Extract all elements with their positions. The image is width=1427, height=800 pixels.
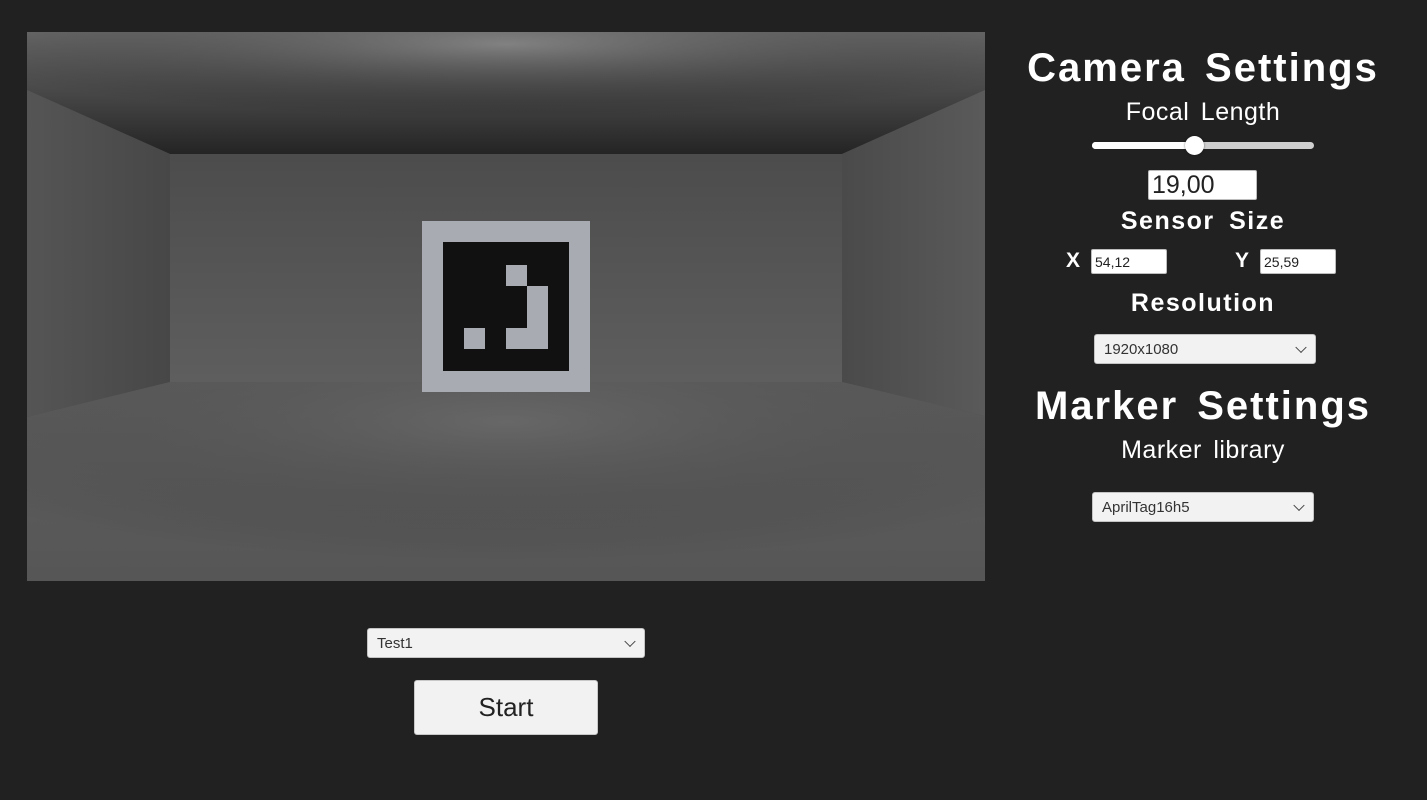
resolution-dropdown-value: 1920x1080 [1104,340,1179,358]
focal-length-slider[interactable] [1092,135,1314,157]
marker-library-dropdown[interactable]: AprilTag16h5 [1092,492,1314,522]
resolution-dropdown[interactable]: 1920x1080 [1094,334,1316,364]
room-scene [27,32,985,581]
focal-length-input[interactable] [1148,170,1257,200]
sensor-size-title: Sensor Size [1120,207,1286,235]
marker-cell [506,265,527,286]
slider-fill [1092,142,1195,149]
resolution-title: Resolution [1130,289,1276,317]
sensor-x-label: X [1066,249,1081,272]
marker-settings-title: Marker Settings [1034,384,1372,428]
chevron-down-icon [1295,341,1307,354]
camera-viewport [27,32,985,581]
marker-cell [506,328,548,349]
marker-cell [464,328,485,349]
scene-dropdown-value: Test1 [377,634,413,652]
apriltag-marker [422,221,590,392]
chevron-down-icon [1293,499,1305,512]
sensor-y-label: Y [1235,249,1250,272]
start-button[interactable]: Start [414,680,598,735]
scene-dropdown[interactable]: Test1 [367,628,645,658]
focal-length-label: Focal Length [1125,98,1281,126]
marker-library-dropdown-value: AprilTag16h5 [1102,498,1190,516]
marker-library-label: Marker library [1121,436,1285,464]
sensor-y-input[interactable] [1260,249,1336,274]
camera-settings-title: Camera Settings [1027,46,1379,90]
slider-handle[interactable] [1185,136,1205,155]
sensor-x-input[interactable] [1091,249,1167,274]
chevron-down-icon [624,635,636,648]
